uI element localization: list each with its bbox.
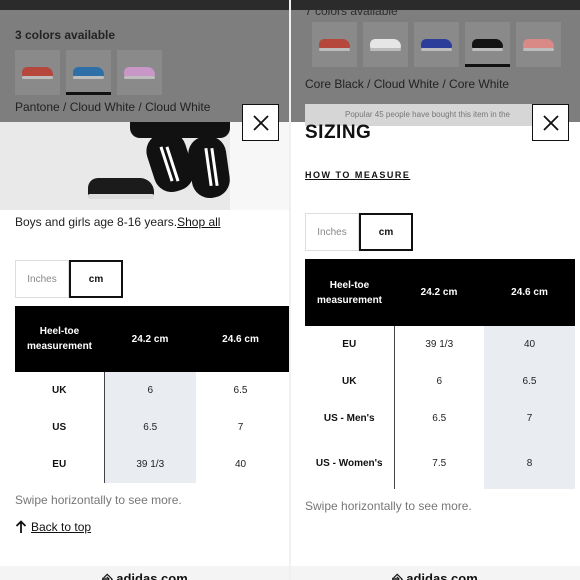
table-cell: 40 bbox=[484, 326, 575, 363]
url-text: adidas.com bbox=[406, 571, 478, 580]
panel-divider bbox=[289, 0, 291, 580]
unit-cm-button[interactable]: cm bbox=[69, 260, 123, 298]
age-text: Boys and girls age 8-16 years. bbox=[15, 215, 178, 229]
table-cell: 8 bbox=[484, 437, 575, 489]
table-header-col: 24.2 cm bbox=[394, 259, 484, 326]
arrow-up-icon bbox=[15, 520, 27, 533]
lock-icon: ⎆ bbox=[392, 571, 407, 580]
swipe-note: Swipe horizontally to see more. bbox=[15, 493, 182, 507]
colors-available-label: 3 colors available bbox=[15, 28, 116, 42]
table-cell: 40 bbox=[234, 459, 247, 470]
lock-icon: ⎆ bbox=[102, 571, 117, 580]
close-icon bbox=[542, 114, 559, 131]
table-cell: 6.5 bbox=[484, 363, 575, 400]
row-label: UK bbox=[305, 363, 395, 400]
unit-toggle: Inches cm bbox=[15, 260, 123, 298]
shoe-thumbnail bbox=[319, 39, 350, 51]
shoe-thumbnail bbox=[523, 39, 554, 51]
color-swatches bbox=[15, 50, 162, 95]
color-swatch[interactable] bbox=[312, 22, 357, 67]
color-swatch[interactable] bbox=[516, 22, 561, 67]
color-swatch[interactable] bbox=[15, 50, 60, 95]
table-cell: 7 bbox=[484, 400, 575, 437]
shoe-thumbnail bbox=[472, 39, 503, 51]
color-swatch[interactable] bbox=[117, 50, 162, 95]
table-cell: 7 bbox=[237, 422, 244, 433]
color-swatch[interactable] bbox=[414, 22, 459, 67]
close-button[interactable] bbox=[242, 104, 279, 141]
table-header-col: 24.2 cm bbox=[104, 306, 196, 372]
table-row: US 6.5 7 bbox=[15, 409, 290, 446]
back-to-top-label: Back to top bbox=[31, 520, 92, 534]
table-header-row: Heel-toe measurement 24.2 cm 24.6 cm bbox=[15, 306, 290, 372]
table-cell: 7.5 bbox=[432, 457, 447, 469]
color-swatch[interactable] bbox=[465, 22, 510, 67]
url-text: adidas.com bbox=[116, 571, 188, 580]
top-bar bbox=[0, 0, 290, 10]
sizing-sheet: Boys and girls age 8-16 years.Shop all I… bbox=[0, 104, 290, 580]
table-cell: 6.5 bbox=[104, 409, 196, 446]
how-to-measure-link[interactable]: HOW TO MEASURE bbox=[305, 170, 410, 180]
color-swatch[interactable] bbox=[363, 22, 408, 67]
table-row: US - Women's 7.5 8 bbox=[305, 437, 575, 489]
swipe-note: Swipe horizontally to see more. bbox=[305, 499, 472, 513]
back-to-top-link[interactable]: Back to top bbox=[15, 520, 91, 534]
size-table: Heel-toe measurement 24.2 cm 24.6 cm UK … bbox=[15, 306, 290, 483]
table-row: US - Men's 6.5 7 bbox=[305, 400, 575, 437]
color-name: Pantone / Cloud White / Cloud White bbox=[15, 100, 211, 114]
table-row: UK 6 6.5 bbox=[15, 372, 290, 409]
url-bar[interactable]: ⎆ adidas.com bbox=[290, 566, 580, 580]
close-button[interactable] bbox=[532, 104, 569, 141]
row-label: EU bbox=[15, 446, 105, 483]
shoe-thumbnail bbox=[124, 67, 155, 79]
color-swatches bbox=[312, 22, 561, 67]
table-cell: 39 1/3 bbox=[104, 446, 196, 483]
unit-toggle: Inches cm bbox=[305, 213, 413, 251]
shoe-thumbnail bbox=[421, 39, 452, 51]
close-icon bbox=[252, 114, 269, 131]
table-row: EU 39 1/3 40 bbox=[305, 326, 575, 363]
row-label: US - Men's bbox=[305, 400, 395, 437]
unit-inches-button[interactable]: Inches bbox=[15, 260, 69, 298]
table-header-row: Heel-toe measurement 24.2 cm 24.6 cm bbox=[305, 259, 575, 326]
url-bar[interactable]: ⎆ adidas.com bbox=[0, 566, 290, 580]
sizing-title: SIZING bbox=[305, 122, 372, 143]
color-swatch[interactable] bbox=[66, 50, 111, 95]
table-header-measurement: Heel-toe measurement bbox=[305, 259, 394, 326]
table-header-col: 24.6 cm bbox=[196, 306, 285, 372]
size-table: Heel-toe measurement 24.2 cm 24.6 cm EU … bbox=[305, 259, 576, 489]
age-description: Boys and girls age 8-16 years.Shop all bbox=[15, 215, 220, 229]
table-row: EU 39 1/3 40 bbox=[15, 446, 290, 483]
colors-available-label: 7 colors available bbox=[305, 4, 398, 18]
right-screenshot: 7 colors available Core Black / Cloud Wh… bbox=[290, 0, 580, 580]
table-cell: 6.5 bbox=[432, 413, 447, 424]
table-header-measurement: Heel-toe measurement bbox=[15, 306, 104, 372]
row-label: EU bbox=[305, 326, 395, 363]
unit-inches-button[interactable]: Inches bbox=[305, 213, 359, 251]
shop-all-link[interactable]: Shop all bbox=[177, 215, 220, 229]
row-label: US bbox=[15, 409, 105, 446]
table-cell: 6 bbox=[436, 376, 443, 387]
table-header-col: 24.6 cm bbox=[484, 259, 575, 326]
table-cell: 6 bbox=[104, 372, 196, 409]
row-label: UK bbox=[15, 372, 105, 409]
shoe-thumbnail bbox=[370, 39, 401, 51]
shoe-thumbnail bbox=[22, 67, 53, 79]
row-label: US - Women's bbox=[305, 437, 395, 489]
sizing-sheet: Popular 45 people have bought this item … bbox=[290, 104, 580, 580]
table-row: UK 6 6.5 bbox=[305, 363, 575, 400]
left-screenshot: 3 colors available Pantone / Cloud White… bbox=[0, 0, 290, 580]
unit-cm-button[interactable]: cm bbox=[359, 213, 413, 251]
color-name: Core Black / Cloud White / Core White bbox=[305, 77, 510, 91]
table-cell: 39 1/3 bbox=[425, 339, 454, 350]
shoe-thumbnail bbox=[73, 67, 104, 79]
table-cell: 6.5 bbox=[233, 385, 248, 396]
